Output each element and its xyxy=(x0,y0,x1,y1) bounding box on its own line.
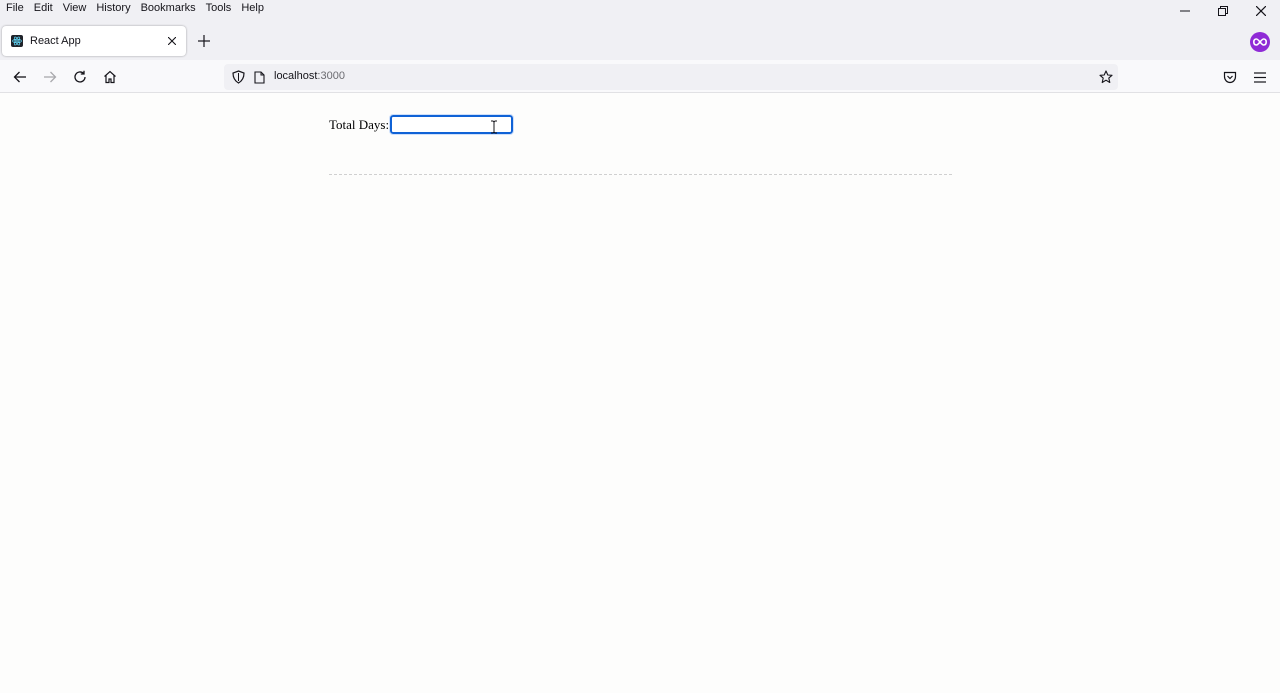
menu-bookmarks[interactable]: Bookmarks xyxy=(136,1,201,17)
restore-icon xyxy=(1218,6,1228,16)
tab-close-button[interactable] xyxy=(164,33,180,49)
close-icon xyxy=(168,37,176,45)
url-host: localhost xyxy=(274,70,318,82)
arrow-left-icon xyxy=(13,71,26,83)
home-icon xyxy=(104,70,116,84)
navigation-toolbar: localhost:3000 xyxy=(0,60,1280,93)
react-favicon-icon xyxy=(11,35,23,47)
minimize-button[interactable] xyxy=(1166,0,1204,22)
menu-bar: File Edit View History Bookmarks Tools H… xyxy=(0,0,1280,22)
pocket-button[interactable] xyxy=(1221,68,1239,86)
hamburger-menu-icon xyxy=(1254,71,1266,83)
total-days-row: Total Days: xyxy=(329,114,515,135)
text-cursor-icon xyxy=(491,120,497,134)
tab-title: React App xyxy=(30,35,81,47)
dashed-divider xyxy=(329,174,952,175)
app-menu-button[interactable] xyxy=(1251,68,1269,86)
url-text[interactable]: localhost:3000 xyxy=(274,70,345,82)
page-content: Total Days: xyxy=(0,94,1280,693)
shield-icon[interactable] xyxy=(230,69,246,85)
home-button[interactable] xyxy=(101,68,119,86)
minimize-icon xyxy=(1180,10,1190,12)
menu-edit[interactable]: Edit xyxy=(29,1,58,17)
arrow-right-icon xyxy=(44,71,57,83)
tab-strip: React App xyxy=(0,22,1280,60)
menu-history[interactable]: History xyxy=(91,1,135,17)
new-tab-button[interactable] xyxy=(196,33,212,49)
forward-button[interactable] xyxy=(41,68,59,86)
menu-tools[interactable]: Tools xyxy=(201,1,237,17)
menu-help[interactable]: Help xyxy=(236,1,269,17)
close-window-button[interactable] xyxy=(1242,0,1280,22)
close-icon xyxy=(1256,6,1266,16)
menu-file[interactable]: File xyxy=(0,1,29,17)
tab-react-app[interactable]: React App xyxy=(2,26,186,56)
plus-icon xyxy=(198,35,210,47)
menu-view[interactable]: View xyxy=(58,1,92,17)
total-days-label: Total Days: xyxy=(329,116,390,132)
infinity-icon xyxy=(1253,38,1267,46)
reload-icon xyxy=(74,70,86,83)
back-button[interactable] xyxy=(11,68,29,86)
restore-button[interactable] xyxy=(1204,0,1242,22)
page-icon[interactable] xyxy=(252,69,266,85)
window-controls xyxy=(1166,0,1280,22)
url-port: :3000 xyxy=(317,70,345,82)
bookmark-star-icon[interactable] xyxy=(1098,69,1114,85)
url-bar[interactable]: localhost:3000 xyxy=(224,64,1118,90)
menu-items: File Edit View History Bookmarks Tools H… xyxy=(0,1,269,17)
reload-button[interactable] xyxy=(71,68,89,86)
extension-button[interactable] xyxy=(1250,32,1270,52)
pocket-icon xyxy=(1223,71,1237,83)
